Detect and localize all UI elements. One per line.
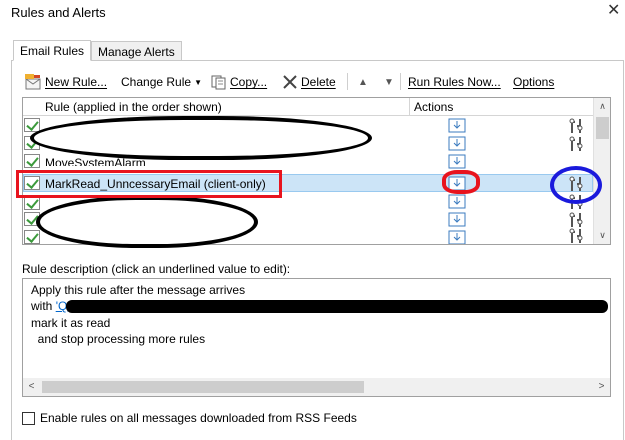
move-down-icon[interactable]: ▼ — [384, 73, 394, 91]
rule-checkbox[interactable] — [24, 196, 40, 210]
rule-checkbox[interactable] — [24, 154, 40, 168]
rules-list-header: Rule (applied in the order shown) Action… — [23, 98, 593, 116]
move-up-icon[interactable]: ▲ — [358, 73, 368, 91]
redaction-mark — [66, 300, 608, 313]
delete-icon — [283, 75, 297, 89]
highlight-box-rule — [16, 170, 282, 198]
scroll-thumb[interactable] — [42, 381, 364, 393]
description-text: with — [31, 299, 56, 313]
options-button[interactable]: Options — [513, 73, 554, 91]
description-line: with 'Q — [31, 299, 67, 313]
run-rules-now-button[interactable]: Run Rules Now... — [408, 73, 501, 91]
rule-settings-icon — [569, 212, 583, 227]
window-title: Rules and Alerts — [11, 5, 106, 20]
redaction-mark — [36, 196, 258, 248]
new-rule-icon — [25, 74, 41, 90]
rule-settings-icon — [569, 228, 583, 243]
redaction-mark — [30, 116, 372, 160]
rule-checkbox[interactable] — [24, 230, 40, 244]
action-icon — [448, 230, 466, 244]
rule-description-box[interactable]: Apply this rule after the message arrive… — [22, 278, 611, 397]
new-rule-label: New Rule... — [45, 75, 108, 89]
copy-button[interactable]: Copy... — [211, 73, 267, 91]
action-icon — [448, 154, 466, 169]
copy-label: Copy... — [230, 75, 268, 89]
change-rule-label: Change Rule — [121, 75, 192, 89]
close-icon[interactable]: ✕ — [607, 3, 620, 19]
rule-label[interactable]: MoveSystemAlarm — [45, 158, 146, 166]
action-icon — [448, 212, 466, 227]
rule-description-label: Rule description (click an underlined va… — [22, 262, 291, 276]
rule-settings-icon — [569, 118, 583, 133]
rule-settings-icon — [569, 136, 583, 151]
scroll-right-icon[interactable]: > — [593, 378, 610, 396]
delete-button[interactable]: Delete — [282, 73, 336, 91]
highlight-circle-settings — [550, 166, 602, 204]
scroll-left-icon[interactable]: < — [23, 378, 40, 396]
scroll-up-icon[interactable]: ∧ — [594, 98, 610, 115]
new-rule-button[interactable]: New Rule... — [24, 73, 107, 91]
description-line: and stop processing more rules — [31, 332, 206, 346]
highlight-circle-action — [442, 170, 480, 194]
action-icon — [448, 118, 466, 133]
description-line: mark it as read — [31, 316, 111, 330]
tab-panel-border — [11, 60, 624, 61]
change-rule-button[interactable]: Change Rule ▼ — [121, 73, 202, 91]
scroll-thumb[interactable] — [596, 117, 609, 139]
chevron-down-icon: ▼ — [194, 77, 202, 87]
run-rules-now-label: Run Rules Now... — [408, 75, 501, 89]
column-header-rule[interactable]: Rule (applied in the order shown) — [45, 100, 222, 114]
description-line: Apply this rule after the message arrive… — [31, 283, 246, 297]
delete-label: Delete — [301, 75, 336, 89]
tab-email-rules[interactable]: Email Rules — [13, 40, 92, 61]
rss-checkbox[interactable] — [22, 412, 35, 425]
rss-label[interactable]: Enable rules on all messages downloaded … — [40, 411, 357, 425]
description-scrollbar[interactable]: < > — [23, 378, 610, 396]
rules-list-scrollbar[interactable]: ∧ ∨ — [593, 98, 610, 244]
tab-manage-alerts[interactable]: Manage Alerts — [91, 41, 182, 61]
action-icon — [448, 194, 466, 209]
scroll-down-icon[interactable]: ∨ — [594, 227, 610, 244]
action-icon — [448, 136, 466, 151]
copy-icon — [211, 75, 226, 89]
options-label: Options — [513, 75, 555, 89]
column-header-actions[interactable]: Actions — [409, 98, 593, 116]
